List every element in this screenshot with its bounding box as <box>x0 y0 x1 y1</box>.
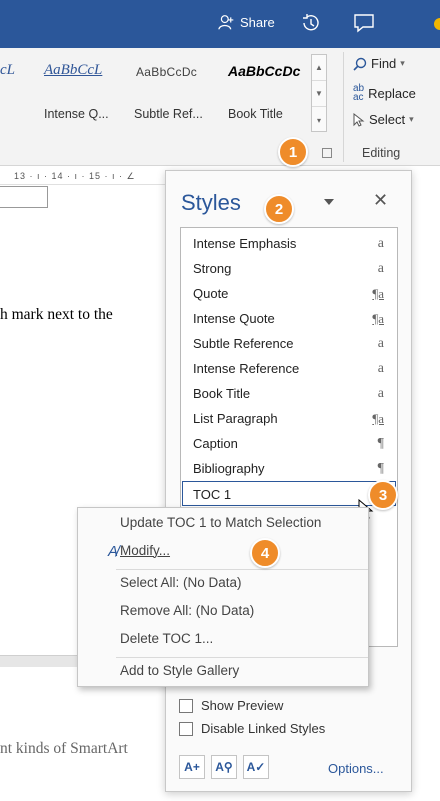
pane-options-chevron-icon[interactable] <box>324 199 334 205</box>
select-label: Select <box>369 112 406 127</box>
menu-item-remove-all[interactable]: Remove All: (No Data) <box>120 603 254 618</box>
cursor-arrow-icon <box>353 112 365 127</box>
select-button[interactable]: Select ▾ <box>353 112 414 127</box>
manage-styles-icon: A✓ <box>246 760 266 774</box>
new-style-icon: A+ <box>184 760 200 774</box>
checkbox-box[interactable] <box>179 698 193 713</box>
menu-item-update-toc1[interactable]: Update TOC 1 to Match Selection <box>120 515 321 530</box>
style-item-list-paragraph[interactable]: List Paragraph ¶a <box>182 406 396 431</box>
gallery-down-icon[interactable]: ▼ <box>312 81 326 107</box>
gallery-up-icon[interactable]: ▲ <box>312 55 326 81</box>
document-text: h mark next to the <box>0 306 113 323</box>
find-button[interactable]: Find ▾ <box>353 56 405 71</box>
linked-style-icon: ¶a <box>372 311 384 326</box>
style-item-intense-quote[interactable]: Intense Quote ¶a <box>182 306 396 331</box>
style-item-label: Intense Reference <box>193 361 300 376</box>
gallery-sample-intense-quote[interactable]: AaBbCcL <box>44 62 102 79</box>
styles-dialog-launcher-icon[interactable] <box>322 148 332 158</box>
style-item-label: Quote <box>193 286 229 301</box>
style-item-intense-emphasis[interactable]: Intense Emphasis a <box>182 231 396 256</box>
share-label: Share <box>240 15 275 30</box>
ruler: 13 · ı · 14 · ı · 15 · ı · ∠ <box>0 167 175 185</box>
comment-icon[interactable] <box>353 13 375 33</box>
style-item-intense-reference[interactable]: Intense Reference a <box>182 356 396 381</box>
context-menu: Update TOC 1 to Match Selection Modify..… <box>77 507 369 687</box>
show-preview-checkbox[interactable]: Show Preview <box>179 698 283 713</box>
gallery-sample-subtle-reference[interactable]: AaBbCcDc <box>136 65 197 79</box>
style-item-subtle-reference[interactable]: Subtle Reference a <box>182 331 396 356</box>
gallery-name-intense-quote: Intense Q... <box>44 107 109 121</box>
callout-3: 3 <box>368 480 398 510</box>
character-style-icon: a <box>377 336 384 351</box>
gallery-name-book-title: Book Title <box>228 107 283 121</box>
menu-item-select-all[interactable]: Select All: (No Data) <box>120 575 242 590</box>
chevron-down-icon: ▾ <box>409 114 414 124</box>
checkbox-box[interactable] <box>179 721 193 736</box>
find-label: Find <box>371 56 397 71</box>
disable-linked-styles-checkbox[interactable]: Disable Linked Styles <box>179 721 325 736</box>
menu-divider <box>116 569 368 570</box>
style-inspector-button[interactable]: A⚲ <box>211 755 237 779</box>
gallery-sample-partial[interactable]: cL <box>0 62 15 79</box>
style-item-label: List Paragraph <box>193 411 278 426</box>
style-item-label: Caption <box>193 436 238 451</box>
linked-style-icon: ¶a <box>372 286 384 301</box>
style-item-label: Intense Emphasis <box>193 236 297 251</box>
style-item-label: Subtle Reference <box>193 336 294 351</box>
close-icon[interactable]: ✕ <box>373 190 388 211</box>
gallery-sample-book-title[interactable]: AaBbCcDc <box>228 63 300 79</box>
style-item-strong[interactable]: Strong a <box>182 256 396 281</box>
style-item-label: Intense Quote <box>193 311 275 326</box>
paragraph-style-icon: ¶ <box>377 461 384 476</box>
style-item-caption[interactable]: Caption ¶ <box>182 431 396 456</box>
menu-divider <box>116 657 368 658</box>
disable-linked-styles-label: Disable Linked Styles <box>201 721 326 736</box>
paragraph-style-icon: ¶ <box>377 436 384 451</box>
callout-2: 2 <box>264 194 294 224</box>
chevron-down-icon: ▾ <box>400 58 405 68</box>
options-link[interactable]: Options... <box>328 761 384 776</box>
character-style-icon: a <box>377 386 384 401</box>
callout-4: 4 <box>250 538 280 568</box>
style-item-label: Book Title <box>193 386 251 401</box>
styles-pane-title: Styles <box>181 190 241 215</box>
callout-1: 1 <box>278 137 308 167</box>
replace-button[interactable]: ab ac Replace <box>353 83 416 103</box>
replace-label: Replace <box>368 85 416 101</box>
document-box <box>0 186 48 208</box>
character-style-icon: a <box>377 236 384 251</box>
ribbon-group-divider <box>343 52 344 162</box>
history-icon[interactable] <box>300 12 322 34</box>
gallery-name-subtle-reference: Subtle Ref... <box>134 107 203 121</box>
style-inspector-icon: A⚲ <box>215 760 233 774</box>
gallery-more-icon[interactable]: ▾ <box>312 107 326 133</box>
menu-item-add-to-gallery[interactable]: Add to Style Gallery <box>120 663 239 678</box>
character-style-icon: a <box>377 261 384 276</box>
style-item-bibliography[interactable]: Bibliography ¶ <box>182 456 396 481</box>
document-text: nt kinds of SmartArt <box>0 740 128 757</box>
menu-item-modify[interactable]: Modify... <box>120 543 170 558</box>
search-icon <box>353 57 367 71</box>
style-item-label: Bibliography <box>193 461 265 476</box>
linked-style-icon: ¶a <box>372 411 384 426</box>
new-style-button[interactable]: A+ <box>179 755 205 779</box>
character-style-icon: a <box>377 361 384 376</box>
menu-item-delete[interactable]: Delete TOC 1... <box>120 631 213 646</box>
style-item-label: Strong <box>193 261 232 276</box>
share-button[interactable]: Share <box>218 14 275 31</box>
gallery-scrollbar[interactable]: ▲ ▼ ▾ <box>311 54 327 132</box>
show-preview-label: Show Preview <box>201 698 284 713</box>
manage-styles-button[interactable]: A✓ <box>243 755 269 779</box>
style-item-book-title[interactable]: Book Title a <box>182 381 396 406</box>
editing-group-label: Editing <box>362 146 401 160</box>
style-item-quote[interactable]: Quote ¶a <box>182 281 396 306</box>
style-item-label: TOC 1 <box>193 487 232 502</box>
account-dot[interactable] <box>434 18 440 30</box>
replace-icon: ab ac <box>353 83 365 103</box>
person-add-icon <box>218 15 234 30</box>
modify-style-icon: A̸ <box>108 543 119 560</box>
